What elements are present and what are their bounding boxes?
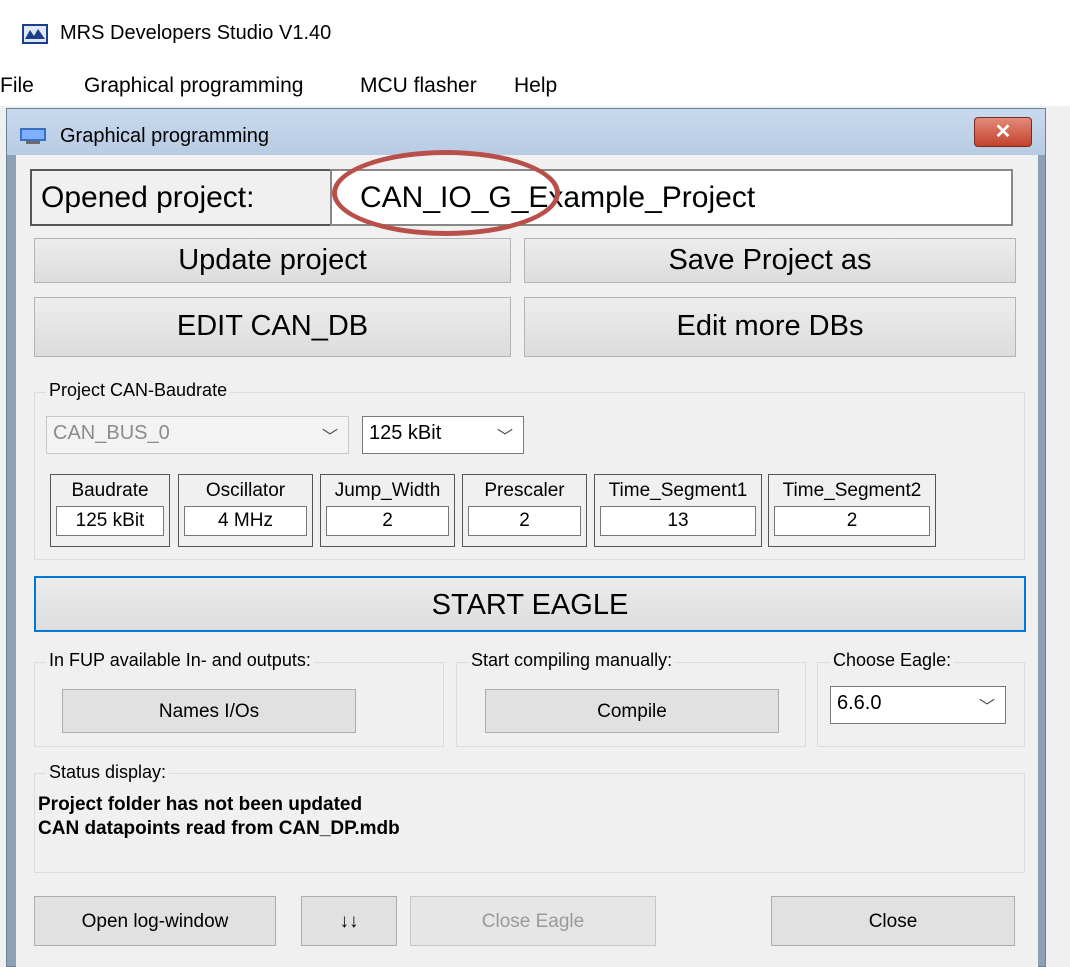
menu-file[interactable]: File <box>0 74 34 98</box>
save-project-as-button[interactable]: Save Project as <box>524 238 1016 283</box>
param-value: 2 <box>326 506 449 536</box>
param-label: Time_Segment1 <box>608 480 748 501</box>
choose-eagle-group-label: Choose Eagle: <box>830 650 955 671</box>
param-time-segment1: Time_Segment1 13 <box>594 474 762 547</box>
param-baudrate: Baudrate 125 kBit <box>50 474 170 547</box>
param-jump-width: Jump_Width 2 <box>320 474 455 547</box>
edit-can-db-button[interactable]: EDIT CAN_DB <box>34 297 511 357</box>
can-bus-select-value: CAN_BUS_0 <box>53 422 170 444</box>
close-eagle-button: Close Eagle <box>410 896 656 946</box>
app-logo-icon <box>22 24 48 44</box>
opened-project-label: Opened project: <box>30 169 332 226</box>
app-title: MRS Developers Studio V1.40 <box>60 22 332 44</box>
status-group-label: Status display: <box>46 762 170 783</box>
menubar: File Graphical programming MCU flasher H… <box>0 62 1070 106</box>
open-log-window-button[interactable]: Open log-window <box>34 896 276 946</box>
chevron-down-icon: ﹀ <box>321 429 338 446</box>
param-oscillator: Oscillator 4 MHz <box>178 474 313 547</box>
compile-button[interactable]: Compile <box>485 689 779 733</box>
annotation-highlight-ellipse <box>332 150 560 236</box>
status-line: CAN datapoints read from CAN_DP.mdb <box>38 818 400 839</box>
close-button[interactable]: Close <box>771 896 1015 946</box>
names-ios-button[interactable]: Names I/Os <box>62 689 356 733</box>
start-eagle-button[interactable]: START EAGLE <box>34 576 1026 632</box>
chevron-down-icon[interactable]: ﹀ <box>497 423 513 447</box>
param-time-segment2: Time_Segment2 2 <box>768 474 936 547</box>
param-label: Prescaler <box>484 480 565 501</box>
param-label: Oscillator <box>205 480 286 501</box>
baudrate-select-value: 125 kBit <box>369 422 442 444</box>
param-value: 125 kBit <box>56 506 164 536</box>
window-close-button[interactable]: ✕ <box>974 117 1032 147</box>
status-line: Project folder has not been updated <box>38 794 363 815</box>
window-title: Graphical programming <box>60 125 269 147</box>
param-value: 4 MHz <box>184 506 307 536</box>
param-label: Jump_Width <box>334 480 441 501</box>
fup-io-group-label: In FUP available In- and outputs: <box>46 650 314 671</box>
menu-mcu-flasher[interactable]: MCU flasher <box>360 74 477 98</box>
param-label: Baudrate <box>71 480 149 501</box>
can-bus-select: CAN_BUS_0 ﹀ <box>46 416 349 454</box>
menu-graphical-programming[interactable]: Graphical programming <box>84 74 303 98</box>
baudrate-group-label: Project CAN-Baudrate <box>46 380 231 401</box>
edit-more-dbs-button[interactable]: Edit more DBs <box>524 297 1016 357</box>
window-monitor-icon <box>20 128 46 144</box>
baudrate-select[interactable]: 125 kBit ﹀ <box>362 416 524 454</box>
compile-group-label: Start compiling manually: <box>468 650 676 671</box>
expand-arrows-button[interactable]: ↓↓ <box>301 896 397 946</box>
menu-help[interactable]: Help <box>514 74 557 98</box>
chevron-down-icon[interactable]: ﹀ <box>979 693 995 717</box>
eagle-version-select[interactable]: 6.6.0 ﹀ <box>830 686 1006 724</box>
param-value: 2 <box>774 506 930 536</box>
param-label: Time_Segment2 <box>782 480 922 501</box>
param-value: 13 <box>600 506 756 536</box>
update-project-button[interactable]: Update project <box>34 238 511 283</box>
eagle-version-value: 6.6.0 <box>837 692 882 714</box>
param-value: 2 <box>468 506 581 536</box>
param-prescaler: Prescaler 2 <box>462 474 587 547</box>
